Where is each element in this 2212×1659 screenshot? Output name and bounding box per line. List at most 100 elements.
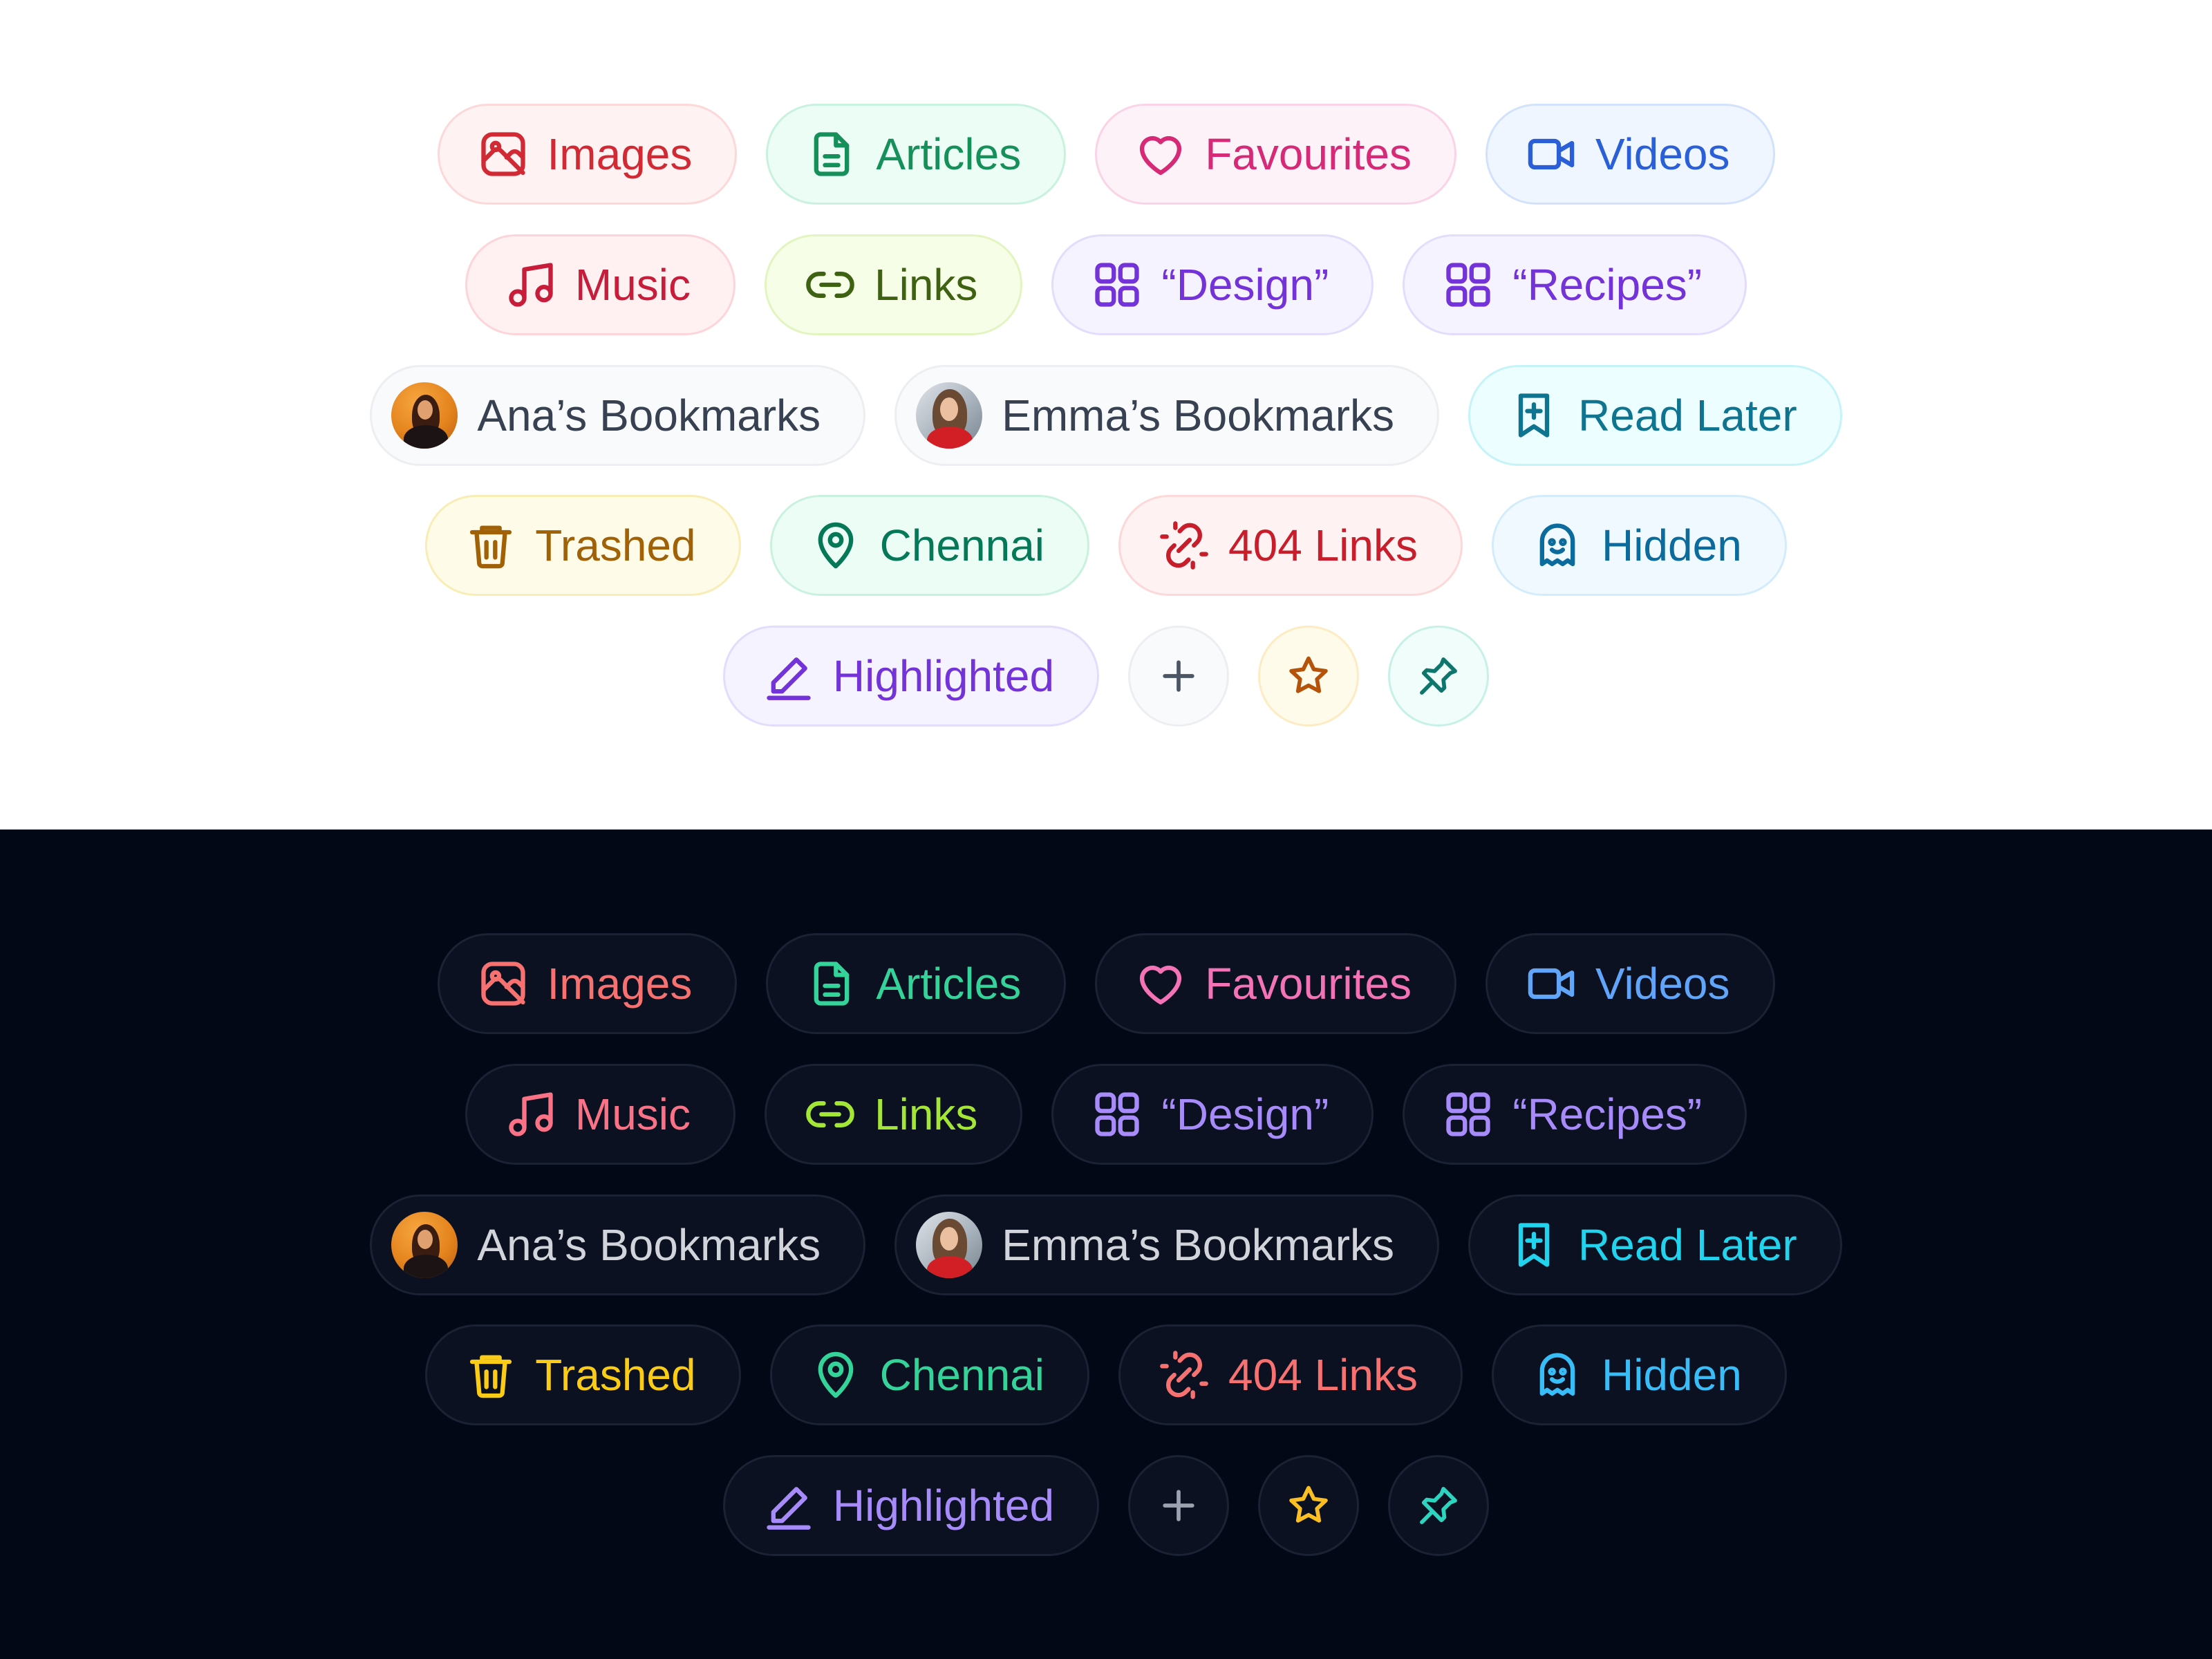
chip-label: Videos bbox=[1595, 129, 1730, 179]
chip-label: Chennai bbox=[879, 1350, 1045, 1400]
chip-ana[interactable]: Ana’s Bookmarks bbox=[370, 1194, 866, 1295]
chip-highlighted[interactable]: Highlighted bbox=[722, 626, 1100, 727]
chip-label: Highlighted bbox=[832, 1481, 1055, 1530]
bookmark-plus-icon bbox=[1518, 393, 1550, 438]
chip-label: “Recipes” bbox=[1512, 1089, 1703, 1139]
chip-design[interactable]: “Design” bbox=[1051, 1064, 1374, 1165]
chip-label: Links bbox=[874, 1089, 978, 1139]
chip-links[interactable]: Links bbox=[765, 1064, 1023, 1165]
chip-row: Ana’s Bookmarks Emma’s Bookmarks Read Late… bbox=[0, 365, 2212, 466]
chip-favourites[interactable]: Favourites bbox=[1095, 104, 1456, 205]
chip-articles[interactable]: Articles bbox=[766, 933, 1067, 1034]
chip-label: Articles bbox=[876, 959, 1022, 1009]
chip-videos[interactable]: Videos bbox=[1485, 104, 1775, 205]
pin-icon bbox=[1420, 657, 1458, 695]
pencil-icon bbox=[767, 1487, 811, 1530]
chip-label: Trashed bbox=[535, 1350, 696, 1400]
chip-label: Videos bbox=[1595, 959, 1730, 1009]
chip-images[interactable]: Images bbox=[437, 104, 738, 205]
broken-link-icon bbox=[1160, 521, 1208, 570]
chip-trashed[interactable]: Trashed bbox=[425, 1324, 741, 1425]
dark-theme-panel: Images Articles Favourites Videos Music Links… bbox=[0, 830, 2212, 1659]
chip-label: Images bbox=[547, 129, 693, 179]
chip-label: Trashed bbox=[535, 521, 696, 570]
heart-icon bbox=[1140, 135, 1182, 176]
chip-ana[interactable]: Ana’s Bookmarks bbox=[370, 365, 866, 466]
music-note-icon bbox=[509, 1092, 553, 1136]
trash-icon bbox=[470, 525, 512, 569]
chip-images[interactable]: Images bbox=[437, 933, 738, 1034]
chip-hidden[interactable]: Hidden bbox=[1491, 495, 1787, 596]
chip-design[interactable]: “Design” bbox=[1051, 234, 1374, 335]
chip-label: 404 Links bbox=[1228, 521, 1418, 570]
chip-add[interactable] bbox=[1128, 1455, 1230, 1556]
ana-avatar bbox=[391, 1212, 458, 1278]
chip-label: Highlighted bbox=[832, 651, 1055, 701]
chip-label: Read Later bbox=[1578, 391, 1797, 440]
chip-add[interactable] bbox=[1128, 626, 1230, 727]
star-icon bbox=[1289, 1485, 1328, 1523]
chip-music[interactable]: Music bbox=[465, 1064, 736, 1165]
chip-music[interactable]: Music bbox=[465, 234, 736, 335]
plus-icon bbox=[1163, 660, 1194, 692]
chip-chennai[interactable]: Chennai bbox=[769, 495, 1090, 596]
chip-star[interactable] bbox=[1258, 626, 1360, 727]
map-pin-icon bbox=[818, 1351, 853, 1398]
document-icon bbox=[814, 132, 850, 176]
chip-label: Links bbox=[874, 260, 978, 310]
chip-label: Emma’s Bookmarks bbox=[1002, 1220, 1394, 1270]
chip-label: 404 Links bbox=[1228, 1350, 1418, 1400]
chip-links[interactable]: Links bbox=[765, 234, 1023, 335]
chip-emma[interactable]: Emma’s Bookmarks bbox=[894, 365, 1439, 466]
squares-grid-icon bbox=[1446, 263, 1490, 307]
ghost-icon bbox=[1539, 1353, 1575, 1396]
chip-label: Hidden bbox=[1601, 521, 1742, 570]
chip-label: Articles bbox=[876, 129, 1022, 179]
chip-pin[interactable] bbox=[1388, 1455, 1490, 1556]
plus-icon bbox=[1163, 1490, 1194, 1521]
chip-label: Emma’s Bookmarks bbox=[1002, 391, 1394, 440]
star-icon bbox=[1289, 656, 1328, 693]
chip-row: Images Articles Favourites Videos bbox=[0, 104, 2212, 205]
chip-label: Music bbox=[574, 260, 691, 310]
chip-chennai[interactable]: Chennai bbox=[769, 1324, 1090, 1425]
chip-recipes[interactable]: “Recipes” bbox=[1403, 234, 1747, 335]
chip-label: “Design” bbox=[1161, 1089, 1329, 1139]
chip-row: Images Articles Favourites Videos bbox=[0, 933, 2212, 1034]
chip-star[interactable] bbox=[1258, 1455, 1360, 1556]
chip-highlighted[interactable]: Highlighted bbox=[722, 1455, 1100, 1556]
chip-readlater[interactable]: Read Later bbox=[1468, 1194, 1842, 1295]
chip-recipes[interactable]: “Recipes” bbox=[1403, 1064, 1747, 1165]
chip-emma[interactable]: Emma’s Bookmarks bbox=[894, 1194, 1439, 1295]
chip-label: Hidden bbox=[1601, 1350, 1742, 1400]
chip-hidden[interactable]: Hidden bbox=[1491, 1324, 1787, 1425]
chip-row: Trashed Chennai 404 Links Hidden bbox=[0, 495, 2212, 596]
chip-label: Read Later bbox=[1578, 1220, 1797, 1270]
chip-broken[interactable]: 404 Links bbox=[1118, 1324, 1463, 1425]
chip-label: Favourites bbox=[1205, 129, 1412, 179]
link-icon bbox=[806, 1101, 854, 1127]
chip-label: Favourites bbox=[1205, 959, 1412, 1009]
trash-icon bbox=[470, 1355, 512, 1398]
chip-broken[interactable]: 404 Links bbox=[1118, 495, 1463, 596]
emma-avatar bbox=[916, 1212, 983, 1278]
chip-label: “Recipes” bbox=[1512, 260, 1703, 310]
chip-pin[interactable] bbox=[1388, 626, 1490, 727]
photo-icon bbox=[480, 962, 525, 1006]
chip-readlater[interactable]: Read Later bbox=[1468, 365, 1842, 466]
chip-label: Chennai bbox=[879, 521, 1045, 570]
bookmark-plus-icon bbox=[1518, 1223, 1550, 1267]
photo-icon bbox=[480, 132, 525, 176]
ghost-icon bbox=[1539, 523, 1575, 567]
pencil-icon bbox=[767, 657, 811, 700]
chip-favourites[interactable]: Favourites bbox=[1095, 933, 1456, 1034]
chip-articles[interactable]: Articles bbox=[766, 104, 1067, 205]
light-theme-panel: Images Articles Favourites Videos Music Links… bbox=[0, 0, 2212, 830]
chip-row: Music Links “Design” “Recipes” bbox=[0, 1064, 2212, 1165]
ana-avatar bbox=[391, 382, 458, 449]
chip-row: Highlighted bbox=[0, 626, 2212, 727]
music-note-icon bbox=[509, 263, 553, 307]
chip-label: Images bbox=[547, 959, 693, 1009]
chip-trashed[interactable]: Trashed bbox=[425, 495, 741, 596]
chip-videos[interactable]: Videos bbox=[1485, 933, 1775, 1034]
